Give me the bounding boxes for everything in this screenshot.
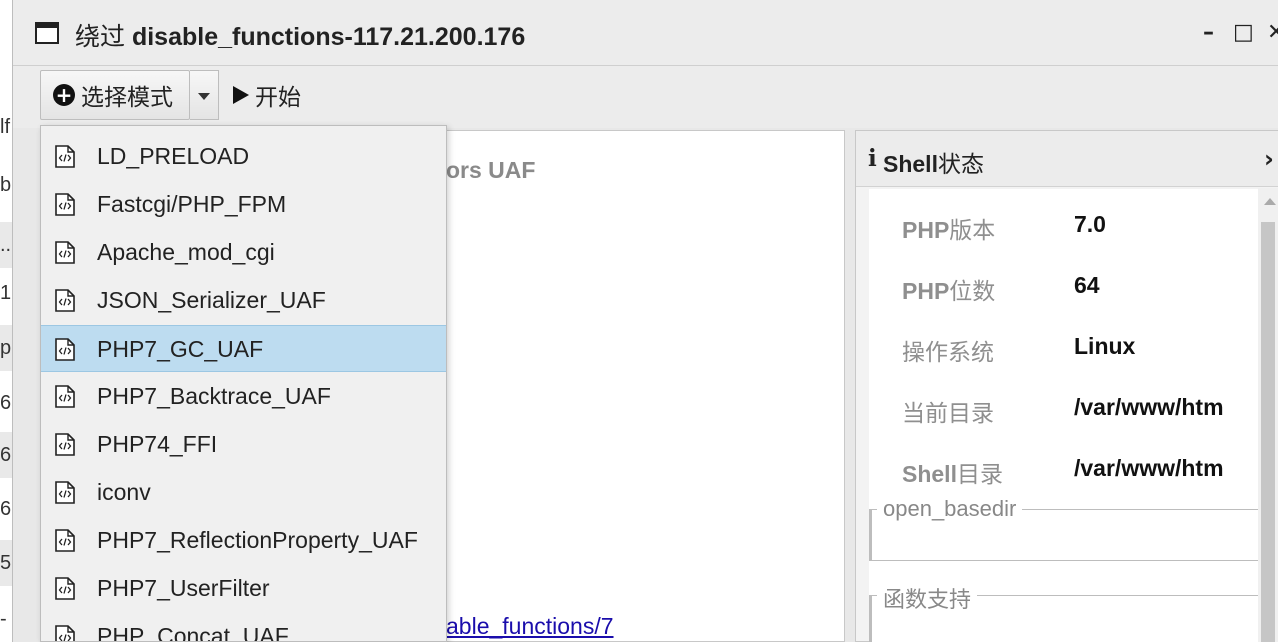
code-file-icon: [55, 433, 75, 456]
info-value: /var/www/htm: [1074, 394, 1224, 420]
code-file-icon: [55, 193, 75, 216]
dropdown-item-label: PHP7_GC_UAF: [97, 336, 264, 362]
function-support-legend: 函数支持: [877, 582, 978, 614]
window-icon: [35, 22, 59, 44]
scrollbar-thumb[interactable]: [1261, 222, 1275, 642]
info-key: 当前目录: [902, 400, 994, 426]
window-title: 绕过 disable_functions-117.21.200.176: [75, 23, 526, 51]
dropdown-item[interactable]: PHP74_FFI: [41, 421, 446, 468]
info-key: 操作系统: [902, 339, 994, 365]
start-label: 开始: [255, 84, 301, 110]
toolbar: + 选择模式 开始: [13, 66, 1278, 128]
function-support-fieldset: 函数支持: [869, 582, 1273, 642]
info-value: Linux: [1074, 333, 1136, 359]
reference-link[interactable]: able_functions/7: [446, 613, 614, 640]
code-file-icon: [55, 338, 75, 361]
dropdown-item[interactable]: Fastcgi/PHP_FPM: [41, 181, 446, 228]
code-file-icon: [55, 145, 75, 168]
open-basedir-legend: open_basedir: [877, 496, 1023, 522]
info-row-os: 操作系统 Linux: [869, 327, 1273, 367]
chevron-right-icon[interactable]: ›: [1264, 145, 1274, 173]
info-row-php-version: PHP版本 7.0: [869, 205, 1273, 245]
dropdown-item-label: Fastcgi/PHP_FPM: [97, 191, 287, 217]
mode-dropdown-caret[interactable]: [190, 70, 219, 120]
dropdown-item[interactable]: PHP7_Backtrace_UAF: [41, 373, 446, 420]
select-mode-label: 选择模式: [81, 84, 173, 110]
window-titlebar[interactable]: 绕过 disable_functions-117.21.200.176 – □ …: [13, 0, 1278, 66]
shell-status-body: PHP版本 7.0 PHP位数 64 操作系统 Linux 当前目录 /var/…: [869, 189, 1273, 642]
dropdown-item-label: Apache_mod_cgi: [97, 239, 275, 265]
code-file-icon: [55, 625, 75, 641]
info-row-php-bits: PHP位数 64: [869, 266, 1273, 306]
code-file-icon: [55, 481, 75, 504]
dropdown-item-selected[interactable]: PHP7_GC_UAF: [41, 325, 446, 372]
start-button[interactable]: 开始: [233, 78, 301, 112]
dropdown-item-label: PHP_Concat_UAF: [97, 623, 289, 642]
dropdown-item[interactable]: PHP7_UserFilter: [41, 565, 446, 612]
code-file-icon: [55, 529, 75, 552]
code-file-icon: [55, 577, 75, 600]
info-value: /var/www/htm: [1074, 455, 1224, 481]
code-file-icon: [55, 385, 75, 408]
minimize-icon[interactable]: –: [1203, 20, 1214, 45]
dropdown-item[interactable]: LD_PRELOAD: [41, 133, 446, 180]
info-icon: i: [868, 145, 877, 172]
dropdown-item-label: LD_PRELOAD: [97, 143, 250, 169]
dropdown-item[interactable]: JSON_Serializer_UAF: [41, 277, 446, 324]
select-mode-button[interactable]: + 选择模式: [40, 70, 190, 120]
dropdown-item-label: PHP7_UserFilter: [97, 575, 270, 601]
info-row-current-dir: 当前目录 /var/www/htm: [869, 388, 1273, 428]
mode-dropdown-menu: LD_PRELOAD Fastcgi/PHP_FPM Apache_mod_cg…: [40, 125, 447, 642]
info-value: 7.0: [1074, 211, 1106, 237]
dropdown-item-label: JSON_Serializer_UAF: [97, 287, 326, 313]
code-file-icon: [55, 289, 75, 312]
play-icon: [233, 86, 249, 104]
dropdown-item-label: iconv: [97, 479, 151, 505]
dropdown-item[interactable]: iconv: [41, 469, 446, 516]
scroll-up-icon[interactable]: [1264, 198, 1276, 205]
dropdown-item-label: PHP74_FFI: [97, 431, 218, 457]
info-row-shell-dir: Shell目录 /var/www/htm: [869, 449, 1273, 489]
info-key: PHP版本: [902, 217, 996, 243]
info-key: PHP位数: [902, 278, 996, 304]
dropdown-item-label: PHP7_ReflectionProperty_UAF: [97, 527, 418, 553]
maximize-icon[interactable]: □: [1233, 20, 1254, 45]
info-value: 64: [1074, 272, 1100, 298]
dropdown-item[interactable]: PHP_Concat_UAF: [41, 613, 446, 642]
dropdown-item[interactable]: PHP7_ReflectionProperty_UAF: [41, 517, 446, 564]
open-basedir-fieldset: open_basedir: [869, 496, 1273, 561]
close-icon[interactable]: ✕: [1267, 20, 1278, 45]
shell-status-header[interactable]: i Shell状态 ›: [856, 131, 1278, 187]
shell-status-title: Shell状态: [883, 151, 984, 177]
status-scrollbar[interactable]: [1258, 188, 1278, 642]
bypass-window: 绕过 disable_functions-117.21.200.176 – □ …: [12, 0, 1278, 642]
dropdown-item-label: PHP7_Backtrace_UAF: [97, 383, 331, 409]
shell-status-panel: i Shell状态 › PHP版本 7.0 PHP位数 64 操作系统 Linu…: [855, 130, 1278, 642]
mode-heading: ors UAF: [446, 157, 536, 183]
plus-circle-icon: +: [53, 84, 75, 106]
info-key: Shell目录: [902, 461, 1003, 487]
dropdown-item[interactable]: Apache_mod_cgi: [41, 229, 446, 276]
code-file-icon: [55, 241, 75, 264]
